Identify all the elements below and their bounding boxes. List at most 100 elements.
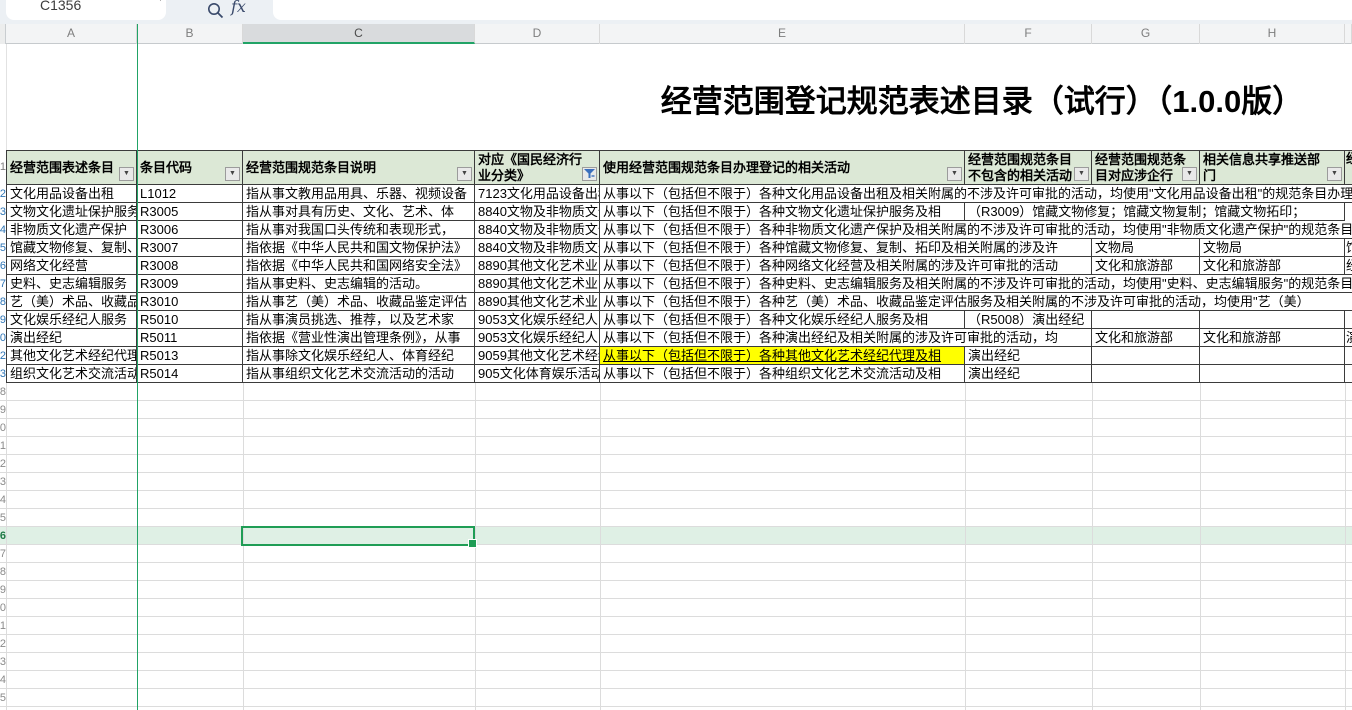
cell-description[interactable]: 指依据《营业性演出管理条例》，从事 <box>243 329 475 347</box>
filter-dropdown-icon[interactable]: ▼ <box>1074 167 1089 181</box>
cell-nec-category[interactable]: 9053文化娱乐经纪人 <box>475 329 600 347</box>
column-header-h[interactable]: H <box>1200 24 1345 44</box>
cell-entry-name[interactable]: 网络文化经营 <box>6 257 137 275</box>
cell-approval-dept[interactable] <box>1092 365 1200 383</box>
empty-row[interactable]: 1359 <box>0 581 1352 599</box>
cell-partial[interactable]: 经 <box>1345 257 1352 275</box>
cell-info-sharing-dept[interactable] <box>1200 365 1345 383</box>
empty-row[interactable]: 1361 <box>0 617 1352 635</box>
cell-partial[interactable]: 馆 <box>1345 239 1352 257</box>
cell-entry-name[interactable]: 艺（美）术品、收藏品 <box>6 293 137 311</box>
cell-info-sharing-dept[interactable]: 文化和旅游部 <box>1200 257 1345 275</box>
cell-entry-code[interactable]: R3007 <box>137 239 243 257</box>
cell-entry-code[interactable]: R3008 <box>137 257 243 275</box>
cell-description[interactable]: 指从事除文化娱乐经纪人、体育经纪 <box>243 347 475 365</box>
cell-excluded-activities[interactable]: （R3009）馆藏文物修复；馆藏文物复制；馆藏文物拓印； <box>965 203 1345 221</box>
cell-description[interactable]: 指从事演员挑选、推荐，以及艺术家 <box>243 311 475 329</box>
fill-handle[interactable] <box>468 539 477 548</box>
cell-entry-code[interactable]: R5013 <box>137 347 243 365</box>
empty-row[interactable]: 1352 <box>0 455 1352 473</box>
cell-description[interactable]: 指从事对我国口头传统和表现形式， <box>243 221 475 239</box>
header-cell-entry-name[interactable]: 经营范围表述条目 ▼ <box>6 150 137 185</box>
cell-nec-category[interactable]: 8840文物及非物质文化 <box>475 221 600 239</box>
empty-row[interactable]: 1349 <box>0 401 1352 419</box>
column-header-i[interactable] <box>1345 24 1352 44</box>
header-cell-partial[interactable]: 经 <box>1345 150 1352 185</box>
cell-info-sharing-dept[interactable]: 文化和旅游部 <box>1200 329 1345 347</box>
cell-partial[interactable] <box>1345 311 1352 329</box>
cell-description[interactable]: 指从事艺（美）术品、收藏品鉴定评估 <box>243 293 475 311</box>
cell-entry-code[interactable]: R5011 <box>137 329 243 347</box>
filter-dropdown-icon[interactable]: ▼ <box>947 167 962 181</box>
cell-entry-name[interactable]: 文化娱乐经纪人服务 <box>6 311 137 329</box>
cell-related-activities[interactable]: 从事以下（包括但不限于）各种文物文化遗址保护服务及相 <box>600 203 965 221</box>
cell-entry-code[interactable]: L1012 <box>137 185 243 203</box>
name-box[interactable]: C1356 ▼ <box>6 0 166 20</box>
empty-row[interactable]: 1351 <box>0 437 1352 455</box>
header-cell-description[interactable]: 经营范围规范条目说明 ▼ <box>243 150 475 185</box>
cell-nec-category[interactable]: 8890其他文化艺术业 <box>475 293 600 311</box>
cell-nec-category[interactable]: 8890其他文化艺术业 <box>475 275 600 293</box>
cell-approval-dept[interactable]: 文化和旅游部 <box>1092 329 1200 347</box>
cell-entry-code[interactable]: R5014 <box>137 365 243 383</box>
cell-approval-dept[interactable] <box>1092 347 1200 365</box>
header-cell-excluded-activities[interactable]: 经营范围规范条目 不包含的相关活动 ▼ <box>965 150 1092 185</box>
cell-related-activities[interactable]: 从事以下（包括但不限于）各种艺（美）术品、收藏品鉴定评估服务及相关附属的不涉及许… <box>600 293 1352 311</box>
filter-dropdown-icon[interactable]: ▼ <box>119 167 134 181</box>
cell-description[interactable]: 指从事对具有历史、文化、艺术、体 <box>243 203 475 221</box>
cell-entry-name[interactable]: 非物质文化遗产保护 <box>6 221 137 239</box>
empty-row[interactable]: 1350 <box>0 419 1352 437</box>
cell-entry-name[interactable]: 文物文化遗址保护服务 <box>6 203 137 221</box>
column-header-f[interactable]: F <box>965 24 1092 44</box>
cell-related-activities[interactable]: 从事以下（包括但不限于）各种非物质文化遗产保护及相关附属的不涉及许可审批的活动，… <box>600 221 1352 239</box>
cell-entry-code[interactable]: R3006 <box>137 221 243 239</box>
cell-approval-dept[interactable]: 文化和旅游部 <box>1092 257 1200 275</box>
cell-partial[interactable] <box>1345 347 1352 365</box>
cell-entry-name[interactable]: 文化用品设备出租 <box>6 185 137 203</box>
cell-related-activities[interactable]: 从事以下（包括但不限于）各种馆藏文物修复、复制、拓印及相关附属的涉及许 <box>600 239 1092 257</box>
cell-description[interactable]: 指从事文教用品用具、乐器、视频设备 <box>243 185 475 203</box>
cell-related-activities[interactable]: 从事以下（包括但不限于）各种文化娱乐经纪人服务及相 <box>600 311 965 329</box>
cell-excluded-activities[interactable]: （R5008）演出经纪 <box>965 311 1092 329</box>
column-header-d[interactable]: D <box>475 24 600 44</box>
cell-nec-category[interactable]: 8840文物及非物质文化 <box>475 203 600 221</box>
cell-related-activities[interactable]: 从事以下（包括但不限于）各种网络文化经营及相关附属的涉及许可审批的活动 <box>600 257 1092 275</box>
formula-bar-input[interactable] <box>273 0 1352 20</box>
cell-description[interactable]: 指依据《中华人民共和国文物保护法》 <box>243 239 475 257</box>
cell-nec-category[interactable]: 8840文物及非物质文化 <box>475 239 600 257</box>
cell-excluded-activities[interactable]: 演出经纪 <box>965 347 1092 365</box>
empty-row[interactable]: 1353 <box>0 473 1352 491</box>
cell-related-activities[interactable]: 从事以下（包括但不限于）各种史料、史志编辑服务及相关附属的不涉及许可审批的活动，… <box>600 275 1352 293</box>
filter-dropdown-icon[interactable]: ▼ <box>225 167 240 181</box>
cell-excluded-activities[interactable]: 演出经纪 <box>965 365 1092 383</box>
empty-row[interactable]: 1365 <box>0 689 1352 707</box>
cell-entry-name[interactable]: 组织文化艺术交流活动 <box>6 365 137 383</box>
empty-row[interactable]: 1364 <box>0 671 1352 689</box>
cell-nec-category[interactable]: 8890其他文化艺术业 <box>475 257 600 275</box>
cell-entry-code[interactable]: R3009 <box>137 275 243 293</box>
filter-dropdown-icon[interactable]: ▼ <box>457 167 472 181</box>
empty-row[interactable]: 1355 <box>0 509 1352 527</box>
column-header-a[interactable]: A <box>6 24 137 44</box>
cell-info-sharing-dept[interactable] <box>1200 347 1345 365</box>
header-cell-info-sharing-dept[interactable]: 相关信息共享推送部 门 ▼ <box>1200 150 1345 185</box>
cell-approval-dept[interactable]: 文物局 <box>1092 239 1200 257</box>
cell-nec-category[interactable]: 7123文化用品设备出租 <box>475 185 600 203</box>
empty-row[interactable]: 1360 <box>0 599 1352 617</box>
empty-row-selected[interactable]: 1356 <box>0 527 1352 545</box>
cell-entry-code[interactable]: R3010 <box>137 293 243 311</box>
header-cell-approval-items[interactable]: 经营范围规范条 目对应涉企行 ▼ <box>1092 150 1200 185</box>
cell-related-activities-highlighted[interactable]: 从事以下（包括但不限于）各种其他文化艺术经纪代理及相 <box>600 347 965 365</box>
empty-row[interactable]: 1358 <box>0 563 1352 581</box>
cell-partial[interactable] <box>1345 365 1352 383</box>
cell-partial[interactable]: 演 <box>1345 329 1352 347</box>
column-header-c[interactable]: C <box>243 24 475 44</box>
cell-related-activities[interactable]: 从事以下（包括但不限于）各种文化用品设备出租及相关附属的不涉及许可审批的活动，均… <box>600 185 1352 203</box>
name-box-caret-icon[interactable]: ▼ <box>156 0 165 3</box>
filter-active-icon[interactable] <box>582 167 597 181</box>
empty-row[interactable]: 1357 <box>0 545 1352 563</box>
cell-description[interactable]: 指依据《中华人民共和国网络安全法》 <box>243 257 475 275</box>
select-all-corner[interactable] <box>0 24 6 44</box>
cell-entry-name[interactable]: 演出经纪 <box>6 329 137 347</box>
header-cell-entry-code[interactable]: 条目代码 ▼ <box>137 150 243 185</box>
